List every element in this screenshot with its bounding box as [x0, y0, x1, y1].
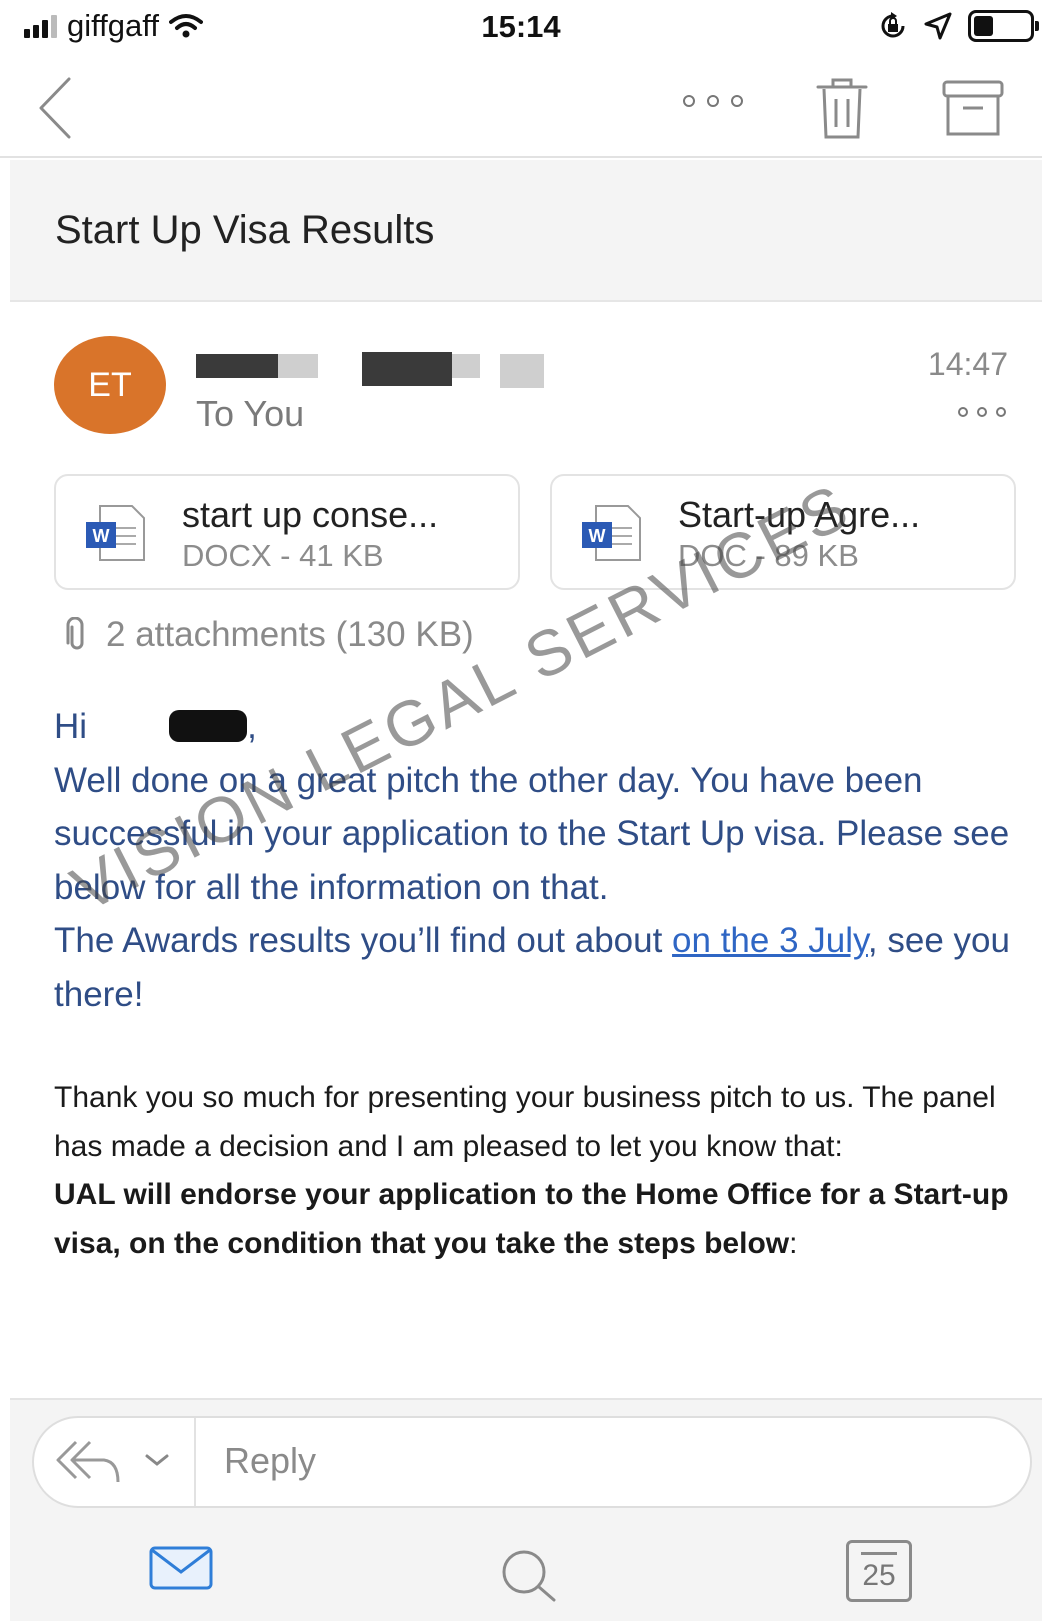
attachments-summary-text: 2 attachments (130 KB) [106, 615, 474, 654]
tab-mail[interactable] [148, 1545, 214, 1596]
body-paragraph: Thank you so much for presenting your bu… [54, 1081, 996, 1163]
status-bar: giffgaff 15:14 [0, 0, 1042, 58]
status-right [878, 10, 1039, 42]
subject-bar: Start Up Visa Results [10, 160, 1042, 302]
delete-button[interactable] [812, 70, 872, 146]
chevron-down-icon [145, 1454, 169, 1466]
email-body-main: Thank you so much for presenting your bu… [54, 1074, 1014, 1268]
redacted-name [169, 710, 248, 742]
reply-options-button[interactable] [54, 1432, 170, 1490]
paperclip-icon [66, 617, 84, 650]
word-doc-icon: W [582, 505, 641, 561]
divider [194, 1418, 196, 1506]
recipient-line: To You [196, 393, 305, 434]
attachment-card[interactable]: W start up conse... DOCX - 41 KB [54, 474, 520, 590]
back-button[interactable] [30, 68, 80, 148]
trash-icon [816, 78, 868, 139]
avatar-initials: ET [88, 365, 132, 404]
calendar-icon [861, 1552, 897, 1555]
tab-search[interactable] [498, 1548, 560, 1609]
attachment-meta: DOCX - 41 KB [182, 538, 384, 573]
orientation-lock-icon [881, 12, 905, 38]
body-paragraph: The Awards results you’ll find out about… [54, 921, 1010, 1014]
tab-calendar[interactable]: 25 [846, 1540, 912, 1602]
archive-button[interactable] [940, 72, 1006, 144]
archive-icon [942, 80, 1004, 136]
svg-text:W: W [93, 526, 110, 546]
more-options-button[interactable] [676, 84, 750, 118]
attachment-name: start up conse... [182, 494, 439, 535]
word-doc-icon: W [86, 505, 145, 561]
calendar-day: 25 [862, 1559, 896, 1592]
date-link[interactable]: on the 3 July [672, 921, 868, 960]
location-icon [924, 12, 952, 40]
chevron-left-icon [39, 77, 71, 139]
message-toolbar [0, 58, 1042, 158]
reply-placeholder: Reply [224, 1440, 317, 1481]
ellipsis-icon [683, 95, 743, 107]
reply-field[interactable]: Reply [32, 1416, 1032, 1508]
attachments-summary[interactable]: 2 attachments (130 KB) [64, 615, 474, 655]
message-more-button[interactable] [956, 404, 1008, 425]
received-time: 14:47 [927, 346, 1008, 382]
greeting: Hi, [54, 707, 257, 746]
reply-all-icon [56, 1440, 120, 1483]
svg-text:W: W [589, 526, 606, 546]
battery-icon [968, 10, 1039, 42]
search-icon [502, 1550, 556, 1602]
body-paragraph-bold: UAL will endorse your application to the… [54, 1178, 1009, 1260]
sender-avatar[interactable]: ET [54, 336, 166, 434]
mail-icon [149, 1546, 213, 1590]
email-subject: Start Up Visa Results [55, 208, 435, 252]
ellipsis-icon [958, 407, 1006, 417]
